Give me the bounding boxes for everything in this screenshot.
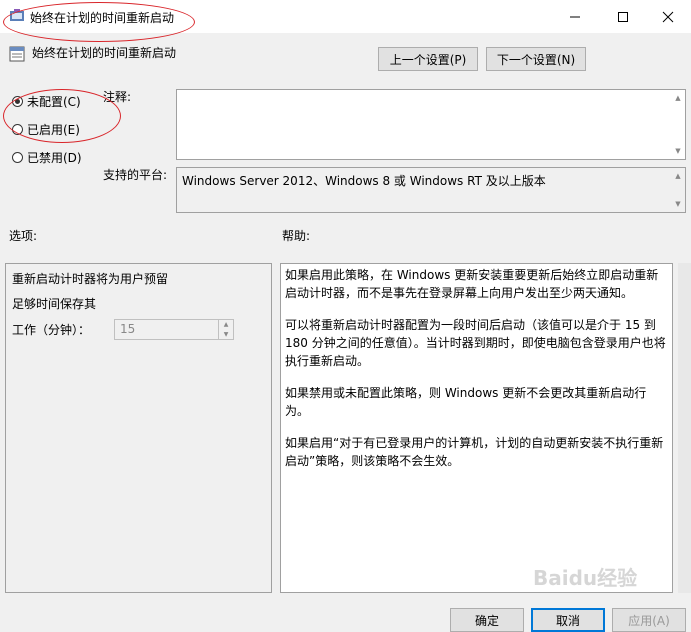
radio-dot-selected (12, 96, 23, 107)
policy-name: 始终在计划的时间重新启动 (32, 46, 177, 60)
ok-button[interactable]: 确定 (450, 608, 524, 632)
work-minutes-value: 15 (120, 322, 136, 336)
help-paragraph-3: 如果禁用或未配置此策略，则 Windows 更新不会更改其重新启动行为。 (285, 386, 647, 418)
comment-field[interactable]: ▲ ▼ (176, 89, 686, 160)
options-pane: 重新启动计时器将为用户预留 足够时间保存其 工作（分钟）： 15 ▲ ▼ (5, 263, 272, 593)
spin-up-icon[interactable]: ▲ (224, 321, 229, 328)
vertical-scrollbar[interactable] (678, 263, 691, 593)
work-minutes-label: 工作（分钟）： (12, 323, 91, 337)
comment-label: 注释: (103, 90, 132, 104)
help-label: 帮助: (282, 229, 311, 243)
spin-down-icon[interactable]: ▼ (224, 331, 229, 338)
policy-setting-icon (9, 46, 25, 62)
help-paragraph-1: 如果启用此策略，在 Windows 更新安装重要更新后始终立即启动重新启动计时器… (285, 268, 659, 300)
radio-not-configured-label: 未配置(C) (27, 95, 81, 109)
platform-label: 支持的平台: (103, 168, 168, 182)
radio-enabled[interactable]: 已启用(E) (12, 121, 80, 138)
scroll-up-icon[interactable]: ▲ (672, 92, 684, 104)
radio-disabled-label: 已禁用(D) (27, 151, 82, 165)
apply-button[interactable]: 应用(A) (612, 608, 686, 632)
platform-field: Windows Server 2012、Windows 8 或 Windows … (176, 167, 686, 213)
cancel-button[interactable]: 取消 (531, 608, 605, 632)
minimize-button[interactable] (552, 0, 598, 33)
radio-dot (12, 152, 23, 163)
window-title: 始终在计划的时间重新启动 (30, 11, 175, 25)
minimize-icon (570, 16, 580, 17)
maximize-button[interactable] (600, 0, 646, 33)
options-line-1: 重新启动计时器将为用户预留 (12, 272, 169, 286)
radio-dot (12, 124, 23, 135)
radio-disabled[interactable]: 已禁用(D) (12, 149, 82, 166)
platform-value: Windows Server 2012、Windows 8 或 Windows … (182, 174, 546, 188)
work-minutes-spinner[interactable]: 15 ▲ ▼ (114, 319, 234, 340)
baidu-watermark: Baidu经验 (533, 566, 638, 590)
scroll-down-icon[interactable]: ▼ (672, 198, 684, 210)
next-setting-button[interactable]: 下一个设置(N) (486, 47, 586, 71)
options-line-2: 足够时间保存其 (12, 297, 97, 311)
help-paragraph-4: 如果启用“对于有已登录用户的计算机，计划的自动更新安装不执行重新启动”策略，则该… (285, 436, 664, 468)
close-button[interactable] (645, 0, 691, 33)
policy-app-icon (10, 9, 24, 21)
close-icon (662, 11, 674, 22)
previous-setting-button[interactable]: 上一个设置(P) (378, 47, 478, 71)
radio-enabled-label: 已启用(E) (27, 123, 80, 137)
help-paragraph-2: 可以将重新启动计时器配置为一段时间后启动（该值可以是介于 15 到 180 分钟… (285, 318, 666, 368)
scroll-up-icon[interactable]: ▲ (672, 170, 684, 182)
maximize-icon (618, 11, 628, 22)
help-pane: 如果启用此策略，在 Windows 更新安装重要更新后始终立即启动重新启动计时器… (280, 263, 673, 593)
spinner-arrows[interactable]: ▲ ▼ (218, 320, 233, 339)
scroll-down-icon[interactable]: ▼ (672, 145, 684, 157)
radio-not-configured[interactable]: 未配置(C) (12, 93, 81, 110)
options-label: 选项: (9, 229, 38, 243)
